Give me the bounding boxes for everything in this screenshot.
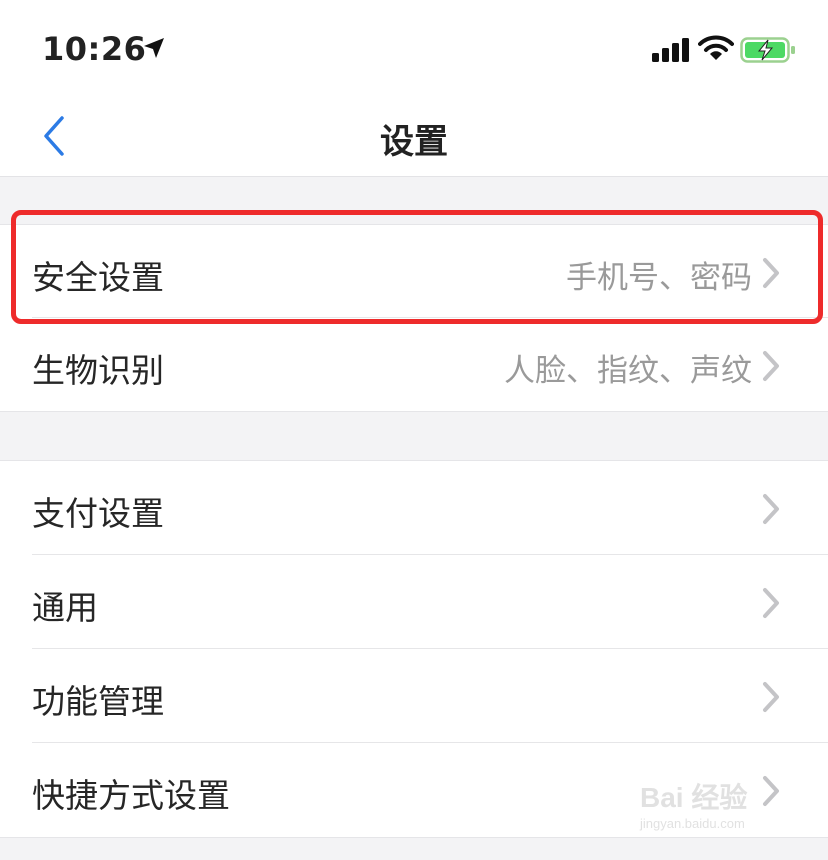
settings-group-general: 支付设置 通用 功能管理 快捷方式设置 (0, 460, 828, 838)
navigation-bar: 设置 (0, 96, 828, 177)
status-time: 10:26 (42, 30, 147, 68)
settings-row-security[interactable]: 安全设置 手机号、密码 (0, 225, 828, 318)
row-value: 人脸、指纹、声纹 (504, 353, 752, 389)
settings-row-shortcuts[interactable]: 快捷方式设置 (0, 743, 828, 837)
row-label: 功能管理 (32, 682, 164, 721)
chevron-right-icon (763, 682, 779, 712)
chevron-right-icon (763, 776, 779, 806)
row-label: 快捷方式设置 (32, 776, 230, 815)
chevron-right-icon (763, 351, 779, 381)
row-label: 生物识别 (32, 351, 164, 390)
chevron-right-icon (763, 588, 779, 618)
row-label: 支付设置 (32, 494, 164, 533)
signal-icon (652, 38, 689, 62)
location-arrow-icon (144, 38, 164, 58)
battery-charging-icon (740, 37, 795, 63)
chevron-right-icon (763, 494, 779, 524)
settings-group-account: 安全设置 手机号、密码 生物识别 人脸、指纹、声纹 (0, 224, 828, 412)
wifi-icon (698, 35, 734, 60)
page-title: 设置 (380, 122, 448, 162)
chevron-right-icon (763, 258, 779, 288)
status-bar: 10:26 (0, 0, 828, 96)
settings-row-payment[interactable]: 支付设置 (0, 461, 828, 555)
row-label: 通用 (32, 588, 98, 627)
row-label: 安全设置 (32, 258, 164, 297)
settings-row-biometrics[interactable]: 生物识别 人脸、指纹、声纹 (0, 318, 828, 411)
row-value: 手机号、密码 (566, 260, 752, 296)
settings-row-feature-management[interactable]: 功能管理 (0, 649, 828, 743)
settings-row-general[interactable]: 通用 (0, 555, 828, 649)
